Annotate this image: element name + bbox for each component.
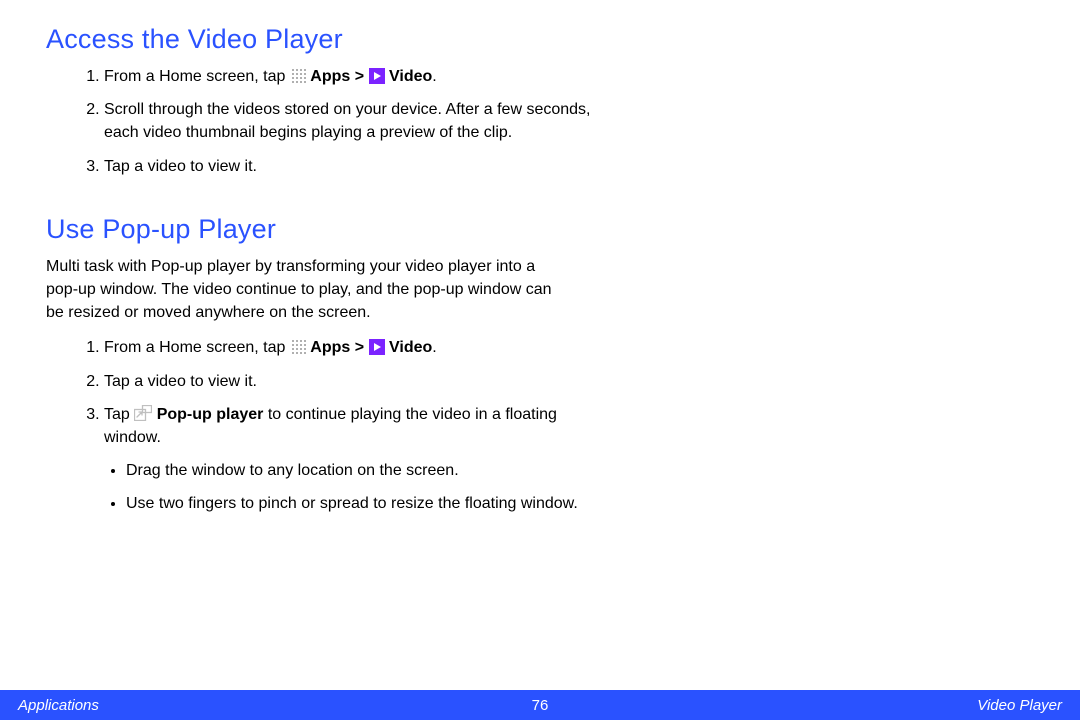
- footer-section-right: Video Player: [977, 697, 1062, 714]
- list-item: Tap a video to view it.: [104, 370, 614, 393]
- list-item: Drag the window to any location on the s…: [126, 459, 614, 482]
- list-item: From a Home screen, tap Apps > Video.: [104, 336, 614, 359]
- step-text: From a Home screen, tap: [104, 339, 290, 356]
- apps-label: Apps >: [310, 339, 368, 356]
- step-text: .: [432, 339, 436, 356]
- step-text: Tap: [104, 406, 134, 423]
- list-item: From a Home screen, tap Apps > Video.: [104, 65, 614, 88]
- page-footer: Applications 76 Video Player: [0, 690, 1080, 720]
- video-play-icon: [369, 339, 385, 355]
- popup-player-label: Pop-up player: [157, 406, 264, 423]
- video-label: Video: [389, 339, 432, 356]
- heading-access-video-player: Access the Video Player: [46, 24, 1040, 55]
- video-play-icon: [369, 68, 385, 84]
- heading-use-popup-player: Use Pop-up Player: [46, 214, 1040, 245]
- list-item: Tap Pop-up player to continue playing th…: [104, 403, 614, 516]
- list-item: Scroll through the videos stored on your…: [104, 98, 614, 144]
- popup-player-icon: [134, 405, 152, 421]
- popup-lead-paragraph: Multi task with Pop-up player by transfo…: [46, 255, 566, 325]
- list-item: Use two fingers to pinch or spread to re…: [126, 492, 614, 515]
- footer-section-left: Applications: [18, 697, 99, 714]
- apps-label: Apps >: [310, 68, 368, 85]
- step-text: .: [432, 68, 436, 85]
- access-steps-list: From a Home screen, tap Apps > Video. Sc…: [46, 65, 1040, 178]
- step-text: From a Home screen, tap: [104, 68, 290, 85]
- apps-grid-icon: [290, 338, 306, 354]
- footer-page-number: 76: [532, 697, 549, 714]
- video-label: Video: [389, 68, 432, 85]
- popup-steps-list: From a Home screen, tap Apps > Video. Ta…: [46, 336, 1040, 515]
- apps-grid-icon: [290, 67, 306, 83]
- list-item: Tap a video to view it.: [104, 155, 614, 178]
- popup-substeps: Drag the window to any location on the s…: [104, 459, 614, 515]
